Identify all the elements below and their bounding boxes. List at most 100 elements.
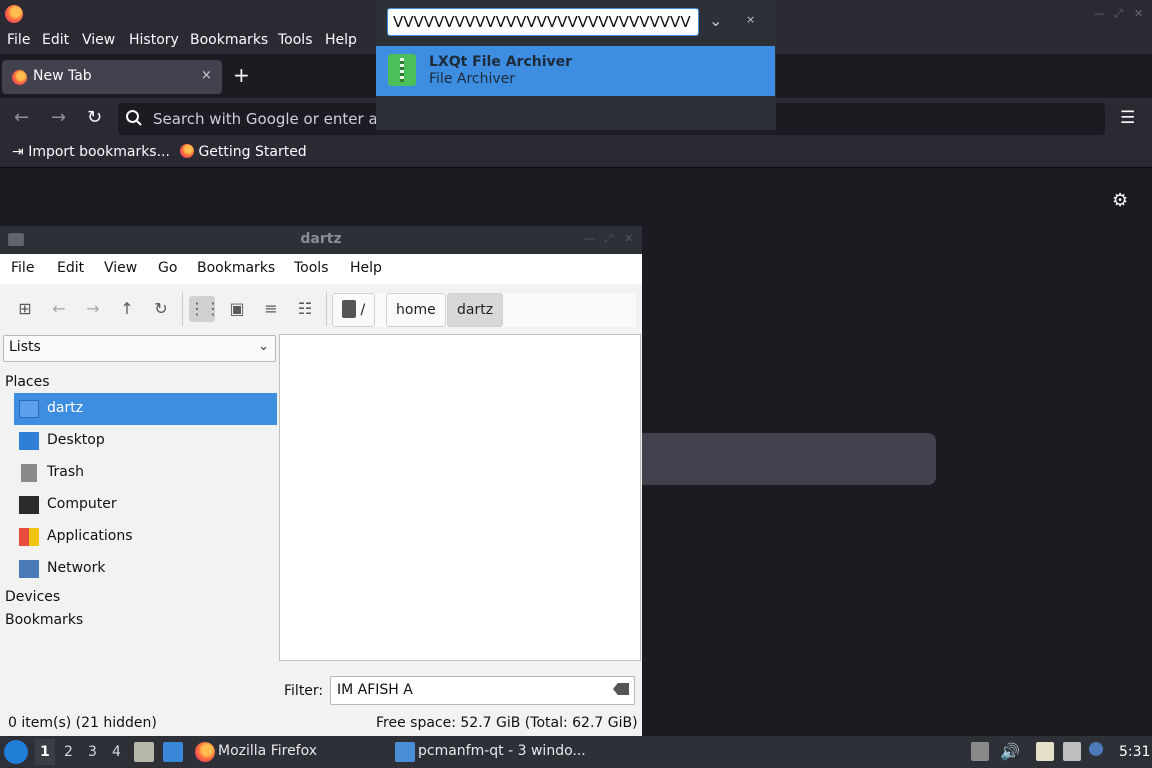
place-trash[interactable]: Trash xyxy=(14,457,277,489)
new-tab-button[interactable]: + xyxy=(233,65,250,85)
volume-icon[interactable]: 🔊 xyxy=(1000,742,1020,761)
thumbnail-view-icon[interactable]: ▣ xyxy=(224,296,250,322)
reload-icon[interactable]: ↻ xyxy=(148,296,174,322)
menu-help[interactable]: Help xyxy=(350,260,382,276)
menu-file[interactable]: File xyxy=(7,32,30,48)
detailed-list-icon[interactable]: ☷ xyxy=(292,296,318,322)
place-dartz[interactable]: dartz xyxy=(14,393,277,425)
compact-view-icon[interactable]: ≡ xyxy=(258,296,284,322)
filter-label: Filter: xyxy=(284,683,324,699)
menu-history[interactable]: History xyxy=(129,32,179,48)
update-notifier-icon[interactable] xyxy=(1089,742,1103,756)
file-view[interactable] xyxy=(279,334,641,661)
search-icon xyxy=(126,110,142,126)
launcher-search-input[interactable]: VVVVVVVVVVVVVVVVVVVVVVVVVVVVV xyxy=(387,8,699,36)
workspace-3[interactable]: 3 xyxy=(88,744,97,760)
folder-icon xyxy=(395,742,415,762)
place-label: Network xyxy=(47,560,106,576)
taskbar: 1 2 3 4 Mozilla Firefox pcmanfm-qt - 3 w… xyxy=(0,736,1152,768)
network-status-icon[interactable] xyxy=(1063,742,1081,761)
side-pane: Places dartz Desktop Trash Computer Appl… xyxy=(0,370,278,700)
clipboard-icon[interactable] xyxy=(971,742,989,761)
workspace-4[interactable]: 4 xyxy=(112,744,121,760)
section-bookmarks[interactable]: Bookmarks xyxy=(5,612,83,628)
file-manager-menubar: File Edit View Go Bookmarks Tools Help xyxy=(0,254,642,284)
minimize-icon[interactable]: — xyxy=(1094,7,1105,20)
maximize-icon[interactable]: ⤢ xyxy=(1114,7,1123,21)
maximize-icon[interactable]: ⤢ xyxy=(604,232,613,246)
path-dartz[interactable]: dartz xyxy=(447,293,504,327)
getting-started-link[interactable]: Getting Started xyxy=(180,144,307,160)
workspace-1[interactable]: 1 xyxy=(35,739,55,765)
side-pane-mode-value: Lists xyxy=(9,339,41,355)
section-devices[interactable]: Devices xyxy=(5,589,60,605)
place-network[interactable]: Network xyxy=(14,553,277,585)
getting-started-label: Getting Started xyxy=(198,144,307,160)
reload-icon[interactable]: ↻ xyxy=(87,108,102,128)
place-computer[interactable]: Computer xyxy=(14,489,277,521)
menu-edit[interactable]: Edit xyxy=(42,32,69,48)
back-icon[interactable]: ← xyxy=(14,108,29,128)
place-desktop[interactable]: Desktop xyxy=(14,425,277,457)
new-tab-icon[interactable]: ⊞ xyxy=(12,296,38,322)
menu-view[interactable]: View xyxy=(104,260,137,276)
notes-icon[interactable] xyxy=(1036,742,1054,761)
desktop-icon xyxy=(19,432,39,450)
close-icon[interactable]: × xyxy=(746,13,755,26)
forward-icon[interactable]: → xyxy=(80,296,106,322)
close-icon[interactable]: ✕ xyxy=(624,232,633,245)
file-manager-window: dartz — ⤢ ✕ File Edit View Go Bookmarks … xyxy=(0,226,642,736)
back-icon[interactable]: ← xyxy=(46,296,72,322)
up-icon[interactable]: ↑ xyxy=(114,296,140,322)
task-pcmanfm[interactable]: pcmanfm-qt - 3 windo... xyxy=(418,743,586,759)
tab-new-tab[interactable]: New Tab × xyxy=(2,60,222,94)
menu-tools[interactable]: Tools xyxy=(294,260,329,276)
menu-tools[interactable]: Tools xyxy=(278,32,313,48)
side-pane-mode-select[interactable]: Lists ⌄ xyxy=(3,335,276,362)
hamburger-menu-icon[interactable]: ☰ xyxy=(1120,109,1135,127)
start-menu-icon[interactable] xyxy=(4,740,28,764)
drive-icon xyxy=(342,300,356,318)
launcher-result-item[interactable]: LXQt File Archiver File Archiver xyxy=(376,46,775,96)
task-firefox[interactable]: Mozilla Firefox xyxy=(218,743,317,759)
menu-bookmarks[interactable]: Bookmarks xyxy=(197,260,275,276)
minimize-icon[interactable]: — xyxy=(584,232,595,245)
place-label: Applications xyxy=(47,528,133,544)
status-free-space: Free space: 52.7 GiB (Total: 62.7 GiB) xyxy=(376,715,638,731)
archive-icon xyxy=(388,54,416,86)
menu-file[interactable]: File xyxy=(11,260,34,276)
section-places[interactable]: Places xyxy=(5,374,50,390)
toolbar-separator xyxy=(326,292,327,326)
window-title: dartz xyxy=(300,231,342,247)
path-home[interactable]: home xyxy=(386,293,446,327)
firefox-icon xyxy=(12,70,27,85)
status-item-count: 0 item(s) (21 hidden) xyxy=(8,715,157,731)
close-icon[interactable]: ✕ xyxy=(1134,7,1143,20)
place-label: Computer xyxy=(47,496,117,512)
import-bookmarks-link[interactable]: ⇥ Import bookmarks... xyxy=(12,144,170,160)
menu-bookmarks[interactable]: Bookmarks xyxy=(190,32,268,48)
place-applications[interactable]: Applications xyxy=(14,521,277,553)
workspace-2[interactable]: 2 xyxy=(64,744,73,760)
path-root[interactable]: / xyxy=(332,293,376,327)
menu-edit[interactable]: Edit xyxy=(57,260,84,276)
home-folder-icon xyxy=(19,400,39,418)
forward-icon[interactable]: → xyxy=(51,108,66,128)
chevron-down-icon[interactable]: ⌄ xyxy=(709,11,722,30)
file-manager-launcher-icon[interactable] xyxy=(134,742,154,762)
clock[interactable]: 5:31 xyxy=(1119,744,1150,760)
icon-view-icon[interactable]: ⋮⋮ xyxy=(189,296,221,322)
menu-view[interactable]: View xyxy=(82,32,115,48)
menu-help[interactable]: Help xyxy=(325,32,357,48)
menu-go[interactable]: Go xyxy=(158,260,177,276)
settings-gear-icon[interactable]: ⚙ xyxy=(1112,190,1128,211)
import-bookmarks-label: Import bookmarks... xyxy=(28,144,170,160)
firefox-icon xyxy=(180,144,194,158)
show-desktop-icon[interactable] xyxy=(163,742,183,762)
path-root-label: / xyxy=(360,302,366,318)
filter-input[interactable]: IM AFISH A xyxy=(330,676,635,705)
tab-close-icon[interactable]: × xyxy=(201,68,212,83)
file-manager-toolbar: ⊞ ← → ↑ ↻ ⋮⋮ ▣ ≡ ☷ / home dartz xyxy=(0,286,642,330)
toolbar-separator xyxy=(182,292,183,326)
place-label: Trash xyxy=(47,464,84,480)
